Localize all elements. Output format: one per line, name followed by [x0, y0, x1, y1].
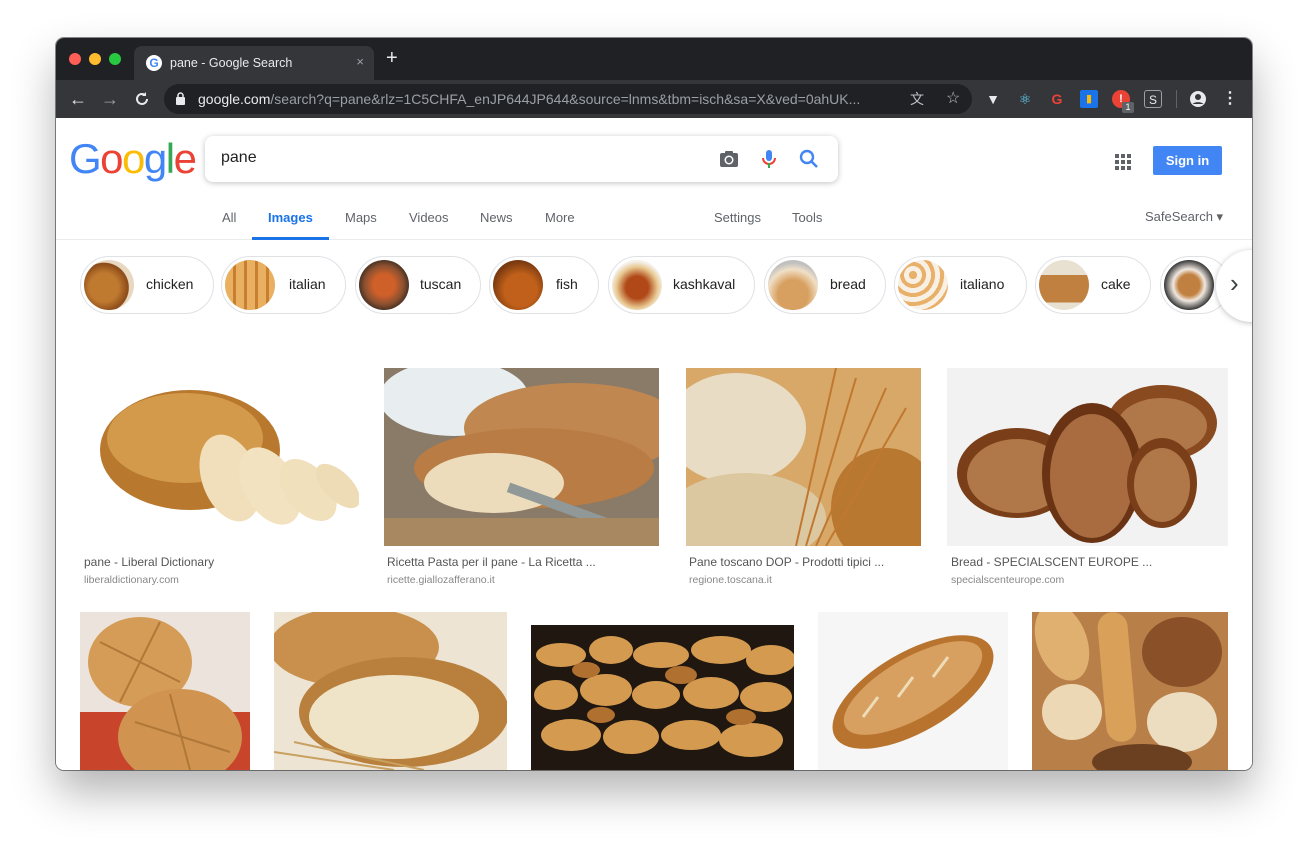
chip-label: italian: [289, 276, 326, 292]
result-image[interactable]: [686, 368, 921, 546]
new-tab-button[interactable]: +: [386, 48, 398, 68]
tab-news[interactable]: News: [480, 210, 513, 225]
chip-bread[interactable]: bread: [764, 256, 886, 314]
page-content: Google pane Sign in All Images Maps Vide…: [56, 118, 1252, 770]
back-arrow-icon[interactable]: ←: [66, 87, 90, 111]
calendar-extension-icon[interactable]: ▮: [1080, 90, 1098, 108]
google-header: Google pane Sign in All Images Maps Vide…: [56, 118, 1252, 240]
profile-icon[interactable]: [1189, 90, 1207, 108]
google-apps-icon[interactable]: [1115, 154, 1131, 170]
result-image[interactable]: [80, 612, 250, 770]
chip-label: chicken: [146, 276, 194, 292]
bookmark-star-icon[interactable]: ☆: [946, 91, 960, 107]
sign-in-button[interactable]: Sign in: [1153, 146, 1222, 175]
chip-thumbnail: [898, 260, 948, 310]
chips-next-button[interactable]: ›: [1216, 250, 1252, 322]
chip-italiano[interactable]: italiano: [894, 256, 1027, 314]
google-logo[interactable]: Google: [69, 135, 197, 183]
result-image[interactable]: [818, 612, 1008, 770]
toolbar-divider: [1176, 90, 1177, 108]
related-searches-strip: chicken italian tuscan fish kashkaval br…: [56, 240, 1252, 322]
menu-dots-icon[interactable]: ⋮: [1221, 90, 1239, 108]
google-extension-icon[interactable]: G: [1048, 90, 1066, 108]
result-title[interactable]: Bread - SPECIALSCENT EUROPE ...: [951, 555, 1152, 569]
result-title[interactable]: Ricetta Pasta per il pane - La Ricetta .…: [387, 555, 596, 569]
chip-thumbnail: [1164, 260, 1214, 310]
result-title[interactable]: Pane toscano DOP - Prodotti tipici ...: [689, 555, 884, 569]
tab-images[interactable]: Images: [268, 210, 313, 225]
url-text: google.com/search?q=pane&rlz=1C5CHFA_enJ…: [198, 91, 861, 107]
settings-link[interactable]: Settings: [714, 210, 761, 225]
react-extension-icon[interactable]: ⚛: [1016, 90, 1034, 108]
camera-icon[interactable]: [718, 148, 740, 170]
result-title[interactable]: pane - Liberal Dictionary: [84, 555, 214, 569]
tab-more[interactable]: More: [545, 210, 575, 225]
chip-fish[interactable]: fish: [489, 256, 599, 314]
reload-icon[interactable]: [130, 87, 154, 111]
search-box[interactable]: pane: [205, 136, 838, 182]
result-image[interactable]: [80, 368, 359, 546]
microphone-icon[interactable]: [758, 148, 780, 170]
translate-icon[interactable]: 文: [910, 91, 924, 107]
browser-toolbar: ← → google.com/search?q=pane&rlz=1C5CHFA…: [56, 80, 1252, 118]
result-source: ricette.giallozafferano.it: [387, 574, 495, 586]
address-bar[interactable]: google.com/search?q=pane&rlz=1C5CHFA_enJ…: [164, 84, 972, 114]
tools-link[interactable]: Tools: [792, 210, 822, 225]
forward-arrow-icon[interactable]: →: [98, 87, 122, 111]
chip-tuscan[interactable]: tuscan: [355, 256, 481, 314]
result-image[interactable]: [531, 625, 794, 770]
chip-thumbnail: [493, 260, 543, 310]
search-input[interactable]: pane: [221, 149, 257, 167]
tab-maps[interactable]: Maps: [345, 210, 377, 225]
chip-label: fish: [556, 276, 578, 292]
chip-label: cake: [1101, 276, 1131, 292]
result-source: liberaldictionary.com: [84, 574, 179, 586]
chip-label: bread: [830, 276, 866, 292]
result-image[interactable]: [384, 368, 659, 546]
result-source: regione.toscana.it: [689, 574, 772, 586]
chip-thumbnail: [768, 260, 818, 310]
zoom-window-button[interactable]: [109, 53, 121, 65]
vuejs-extension-icon[interactable]: ▼: [984, 90, 1002, 108]
safesearch-dropdown[interactable]: SafeSearch ▾: [1145, 209, 1223, 225]
chip-cake[interactable]: cake: [1035, 256, 1151, 314]
chip-thumbnail: [225, 260, 275, 310]
chip-kashkaval[interactable]: kashkaval: [608, 256, 755, 314]
result-image[interactable]: [947, 368, 1228, 546]
minimize-window-button[interactable]: [89, 53, 101, 65]
tab-all[interactable]: All: [222, 210, 236, 225]
tab-title: pane - Google Search: [170, 56, 293, 70]
extension-badge: 1: [1122, 102, 1134, 113]
browser-tab[interactable]: G pane - Google Search ×: [134, 46, 374, 80]
chip-thumbnail: [612, 260, 662, 310]
s-extension-icon[interactable]: S: [1144, 90, 1162, 108]
chevron-right-icon: ›: [1230, 268, 1239, 298]
close-window-button[interactable]: [69, 53, 81, 65]
chip-thumbnail: [359, 260, 409, 310]
chip-label: kashkaval: [673, 276, 736, 292]
tab-videos[interactable]: Videos: [409, 210, 449, 225]
google-favicon-icon: G: [146, 55, 162, 71]
chip-italian[interactable]: italian: [221, 256, 346, 314]
result-source: specialscenteurope.com: [951, 574, 1065, 586]
chip-thumbnail: [84, 260, 134, 310]
lock-icon: [176, 92, 185, 105]
tab-close-icon[interactable]: ×: [356, 54, 364, 69]
browser-window: G pane - Google Search × + ← → google.co…: [56, 38, 1252, 770]
tab-strip: G pane - Google Search × +: [56, 38, 1252, 80]
search-icon[interactable]: [798, 148, 820, 170]
chip-label: tuscan: [420, 276, 462, 292]
result-image[interactable]: [274, 612, 507, 770]
result-image[interactable]: [1032, 612, 1228, 770]
chip-label: italiano: [960, 276, 1005, 292]
chip-thumbnail: [1039, 260, 1089, 310]
chip-chicken[interactable]: chicken: [80, 256, 214, 314]
